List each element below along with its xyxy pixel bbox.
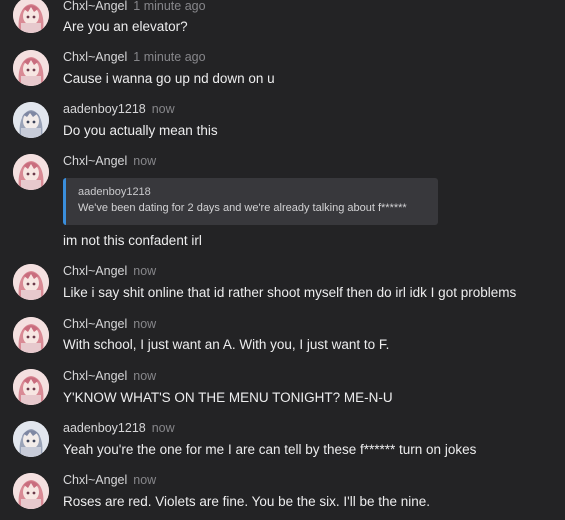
author[interactable]: Chxl~Angel now	[63, 154, 156, 168]
reply-quote[interactable]: aadenboy1218 We've been dating for 2 day…	[63, 178, 438, 225]
author-name[interactable]: aadenboy1218	[63, 421, 146, 435]
message-text: Are you an elevator?	[63, 19, 188, 34]
timestamp: now	[133, 369, 157, 383]
author-name[interactable]: Chxl~Angel	[63, 473, 127, 487]
author[interactable]: Chxl~Angel now	[63, 264, 156, 278]
message-text: Yeah you're the one for me I are can tel…	[63, 442, 477, 457]
message-text: Cause i wanna go up nd down on u	[63, 71, 275, 86]
avatar[interactable]	[13, 473, 49, 509]
timestamp: now	[133, 317, 157, 331]
timestamp: now	[151, 102, 175, 116]
author-name[interactable]: Chxl~Angel	[63, 317, 127, 331]
message-text: Do you actually mean this	[63, 123, 218, 138]
author-name[interactable]: Chxl~Angel	[63, 50, 127, 64]
timestamp: 1 minute ago	[133, 0, 206, 13]
timestamp: 1 minute ago	[133, 50, 206, 64]
avatar[interactable]	[13, 0, 49, 33]
avatar[interactable]	[13, 369, 49, 405]
reply-author: aadenboy1218	[78, 186, 151, 198]
author[interactable]: aadenboy1218 now	[63, 102, 175, 116]
avatar[interactable]	[13, 421, 49, 457]
author-name[interactable]: Chxl~Angel	[63, 0, 127, 13]
message-text: Roses are red. Violets are fine. You be …	[63, 494, 431, 509]
avatar[interactable]	[13, 264, 49, 300]
author-name[interactable]: Chxl~Angel	[63, 264, 127, 278]
avatar[interactable]	[13, 317, 49, 353]
author[interactable]: Chxl~Angel 1 minute ago	[63, 0, 206, 13]
author-name[interactable]: aadenboy1218	[63, 102, 146, 116]
author[interactable]: Chxl~Angel now	[63, 317, 156, 331]
timestamp: now	[133, 154, 157, 168]
author[interactable]: Chxl~Angel now	[63, 473, 156, 487]
message-text: With school, I just want an A. With you,…	[63, 337, 390, 352]
timestamp: now	[151, 421, 175, 435]
author-name[interactable]: Chxl~Angel	[63, 369, 127, 383]
message-text: im not this confadent irl	[63, 233, 202, 248]
author[interactable]: Chxl~Angel 1 minute ago	[63, 50, 206, 64]
author[interactable]: aadenboy1218 now	[63, 421, 175, 435]
timestamp: now	[133, 473, 157, 487]
avatar[interactable]	[13, 154, 49, 190]
message-text: Y'KNOW WHAT'S ON THE MENU TONIGHT? ME-N-…	[63, 390, 393, 405]
reply-text: We've been dating for 2 days and we're a…	[78, 202, 407, 214]
message-text: Like i say shit online that id rather sh…	[63, 285, 517, 300]
author-name[interactable]: Chxl~Angel	[63, 154, 127, 168]
avatar[interactable]	[13, 102, 49, 138]
author[interactable]: Chxl~Angel now	[63, 369, 156, 383]
timestamp: now	[133, 264, 157, 278]
avatar[interactable]	[13, 50, 49, 86]
